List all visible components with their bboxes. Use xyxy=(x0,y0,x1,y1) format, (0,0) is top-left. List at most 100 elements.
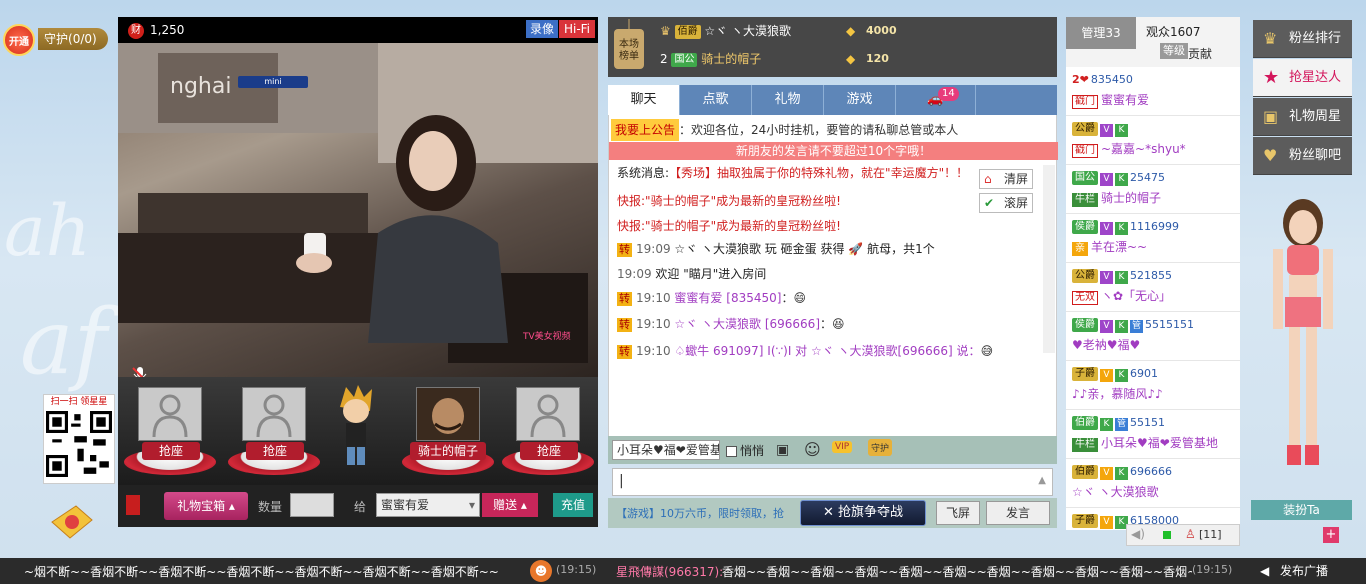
mic-muted-icon[interactable] xyxy=(130,365,150,377)
user-row[interactable]: 国公 V K 25475 牛栏 骑士的帽子 xyxy=(1066,165,1240,214)
game-ticker[interactable]: 【游戏】10万六币，限时领取，抢 xyxy=(616,505,784,521)
speaker-icon[interactable]: ◀) xyxy=(1131,527,1145,541)
level-badge: 子爵 xyxy=(1072,514,1098,528)
menu-gift-weekly-star[interactable]: ▣ 礼物周星 xyxy=(1253,98,1352,136)
send-label: 赠送 xyxy=(493,498,518,512)
cartoon-character-icon xyxy=(340,385,372,465)
chat-scrollbar[interactable] xyxy=(1043,165,1055,353)
broadcast-ticker: ~烟不断~~香烟不断~~香烟不断~~香烟不断~~香烟不断~~香烟不断~~香烟不断… xyxy=(0,558,1366,584)
level-badge: 侯爵 xyxy=(1072,318,1098,332)
k-icon: K xyxy=(1100,418,1113,431)
empty-seat-avatar-icon xyxy=(138,387,202,441)
user-row[interactable]: 侯爵 V K 管 5515151 ♥老衲♥福♥ xyxy=(1066,312,1240,361)
menu-fan-ranking[interactable]: ♛ 粉丝排行 xyxy=(1253,20,1352,58)
level-badge: 伯爵 xyxy=(1072,416,1098,430)
tab-song[interactable]: 点歌 xyxy=(680,85,752,115)
target-user-select[interactable]: 小耳朵♥福❤爱管基 xyxy=(612,440,720,460)
user-row[interactable]: 伯爵 K 管 55151 牛栏 小耳朵♥福❤爱管基地 xyxy=(1066,410,1240,459)
user-row[interactable]: 公爵 V K 戳门 ~嘉嘉~*shyu* xyxy=(1066,116,1240,165)
announce-tag[interactable]: 我要上公告 xyxy=(611,119,680,141)
tab-car[interactable]: 🚗 xyxy=(896,85,976,115)
qr-code-panel[interactable]: 扫一扫 领星星 xyxy=(43,394,115,484)
sort-by-contribution[interactable]: 贡献 xyxy=(1188,45,1212,62)
user-list-tabs: 管理33 观众1607 等级 贡献 xyxy=(1066,17,1240,67)
gift-box-button[interactable]: 礼物宝箱 ▴ xyxy=(164,492,248,520)
guard-counter[interactable]: 守护(0/0) xyxy=(38,28,108,50)
gift-bar: 礼物宝箱 ▴ 数量 给 蜜蜜有爱 ▾ 赠送 ▴ 充值 xyxy=(118,485,598,527)
grab-seat-button[interactable]: 抢座 xyxy=(142,442,200,460)
image-icon[interactable]: ▣ xyxy=(776,442,789,458)
smiley-icon: 😄 xyxy=(793,291,806,305)
crossed-swords-icon: ✕ xyxy=(822,505,838,520)
video-player[interactable]: 财 1,250 录像 Hi-Fi nghai TV美女视频 xyxy=(118,17,598,377)
forward-tag[interactable]: 转 xyxy=(617,318,632,332)
user-name: ヽ✿「无心」 xyxy=(1101,289,1172,303)
send-gift-button[interactable]: 赠送 ▴ xyxy=(482,493,538,517)
dressup-button[interactable]: 装扮Ta xyxy=(1251,500,1352,520)
seat-2[interactable]: 抢座 xyxy=(228,387,320,479)
menu-fan-chat[interactable]: ♥ 粉丝聊吧 xyxy=(1253,137,1352,175)
chat-toolbar: 小耳朵♥福❤爱管基 悄悄 ▣ ☺ VIP 守护 xyxy=(608,436,1057,464)
chevron-up-icon[interactable]: ▲ xyxy=(1038,475,1046,486)
user-row[interactable]: 伯爵 V K 696666 ☆ヾ ヽ大漠狼歌 xyxy=(1066,459,1240,508)
flag-contest-button[interactable]: ✕ 抢旗争夺战 xyxy=(800,500,926,526)
forward-tag[interactable]: 转 xyxy=(617,345,632,359)
whisper-label: 悄悄 xyxy=(740,444,765,458)
menu-star-grabber[interactable]: ★ 抢星达人 xyxy=(1253,59,1352,97)
hifi-button[interactable]: Hi-Fi xyxy=(559,20,595,38)
vip-icon[interactable]: VIP xyxy=(832,441,853,453)
open-guard-button[interactable]: 开通 xyxy=(3,24,35,56)
user-row[interactable]: 2❤ 835450 戳门 蜜蜜有爱 xyxy=(1066,67,1240,116)
user-row[interactable]: 侯爵 V K 1116999 亲羊在漂~~ xyxy=(1066,214,1240,263)
role-badge: 戳门 xyxy=(1072,144,1098,158)
user-id: 25475 xyxy=(1130,171,1165,184)
recharge-button[interactable]: 充值 xyxy=(553,493,593,517)
seat-1[interactable]: 抢座 xyxy=(124,387,216,479)
forward-tag[interactable]: 转 xyxy=(617,243,632,257)
user-row[interactable]: 子爵 V K 6901 ♪♪亲，慕随风♪♪ xyxy=(1066,361,1240,410)
guard-count: (0/0) xyxy=(68,32,97,46)
seat-3[interactable]: 骑士的帽子 xyxy=(402,387,494,479)
grab-seat-button[interactable]: 抢座 xyxy=(520,442,578,460)
level-badge: 伯爵 xyxy=(1072,465,1098,479)
qr-code-icon xyxy=(46,411,112,477)
quantity-label: 数量 xyxy=(258,500,283,514)
gift-float-icon[interactable] xyxy=(48,502,96,542)
user-row[interactable]: 公爵 V K 521855 无双 ヽ✿「无心」 xyxy=(1066,263,1240,312)
forward-tag[interactable]: 转 xyxy=(617,292,632,306)
red-packet-icon[interactable] xyxy=(126,495,140,515)
sort-by-level[interactable]: 等级 xyxy=(1160,43,1188,59)
recipient-value: 蜜蜜有爱 xyxy=(381,498,430,512)
fly-screen-button[interactable]: 飞屏 xyxy=(936,501,980,525)
tab-game[interactable]: 游戏 xyxy=(824,85,896,115)
emoji-icon[interactable]: ☺ xyxy=(804,440,821,459)
chat-message: 转 19:10 ♤蠍牛 691097] I(∵)I 对 ☆ヾ ヽ大漠狼歌[6966… xyxy=(617,344,994,359)
quantity-input[interactable] xyxy=(290,493,334,517)
vip-icon: V xyxy=(1100,222,1113,235)
tab-chat[interactable]: 聊天 xyxy=(608,85,680,115)
mini-car-badge[interactable]: mini xyxy=(238,76,308,88)
grab-seat-button[interactable]: 抢座 xyxy=(246,442,304,460)
send-message-button[interactable]: 发言 xyxy=(986,501,1050,525)
rank-row[interactable]: 2 国公 骑士的帽子 ◆ 120 xyxy=(660,47,1050,71)
guard-icon[interactable]: 守护 xyxy=(868,439,893,456)
tab-audience[interactable]: 观众1607 xyxy=(1146,23,1201,40)
seat-4[interactable]: 抢座 xyxy=(502,387,594,479)
heart-icon: ♥ xyxy=(1263,146,1278,165)
rank-row[interactable]: ♛ 佰爵 ☆ヾ ヽ大漠狼歌 ◆ 4000 xyxy=(660,19,1050,43)
user-name: 骑士的帽子 xyxy=(1101,191,1162,205)
record-button[interactable]: 录像 xyxy=(526,20,558,38)
background-decoration: af xyxy=(20,290,107,395)
ticker-sender[interactable]: 星飛傳謀(966317): xyxy=(616,563,723,580)
publish-broadcast-button[interactable]: ◀ 发布广播 xyxy=(1254,561,1342,581)
admin-icon: 管 xyxy=(1130,320,1143,333)
recipient-select[interactable]: 蜜蜜有爱 ▾ xyxy=(376,493,480,517)
tab-admins[interactable]: 管理33 xyxy=(1066,17,1136,49)
chat-input[interactable]: | ▲ xyxy=(612,468,1053,496)
add-icon[interactable]: + xyxy=(1323,527,1339,543)
tab-gift[interactable]: 礼物 xyxy=(752,85,824,115)
whisper-checkbox[interactable]: 悄悄 xyxy=(726,442,764,459)
tv-logo: TV美女视频 xyxy=(522,330,571,342)
dressup-avatar-figure xyxy=(1273,199,1333,465)
vip-icon: V xyxy=(1100,271,1113,284)
